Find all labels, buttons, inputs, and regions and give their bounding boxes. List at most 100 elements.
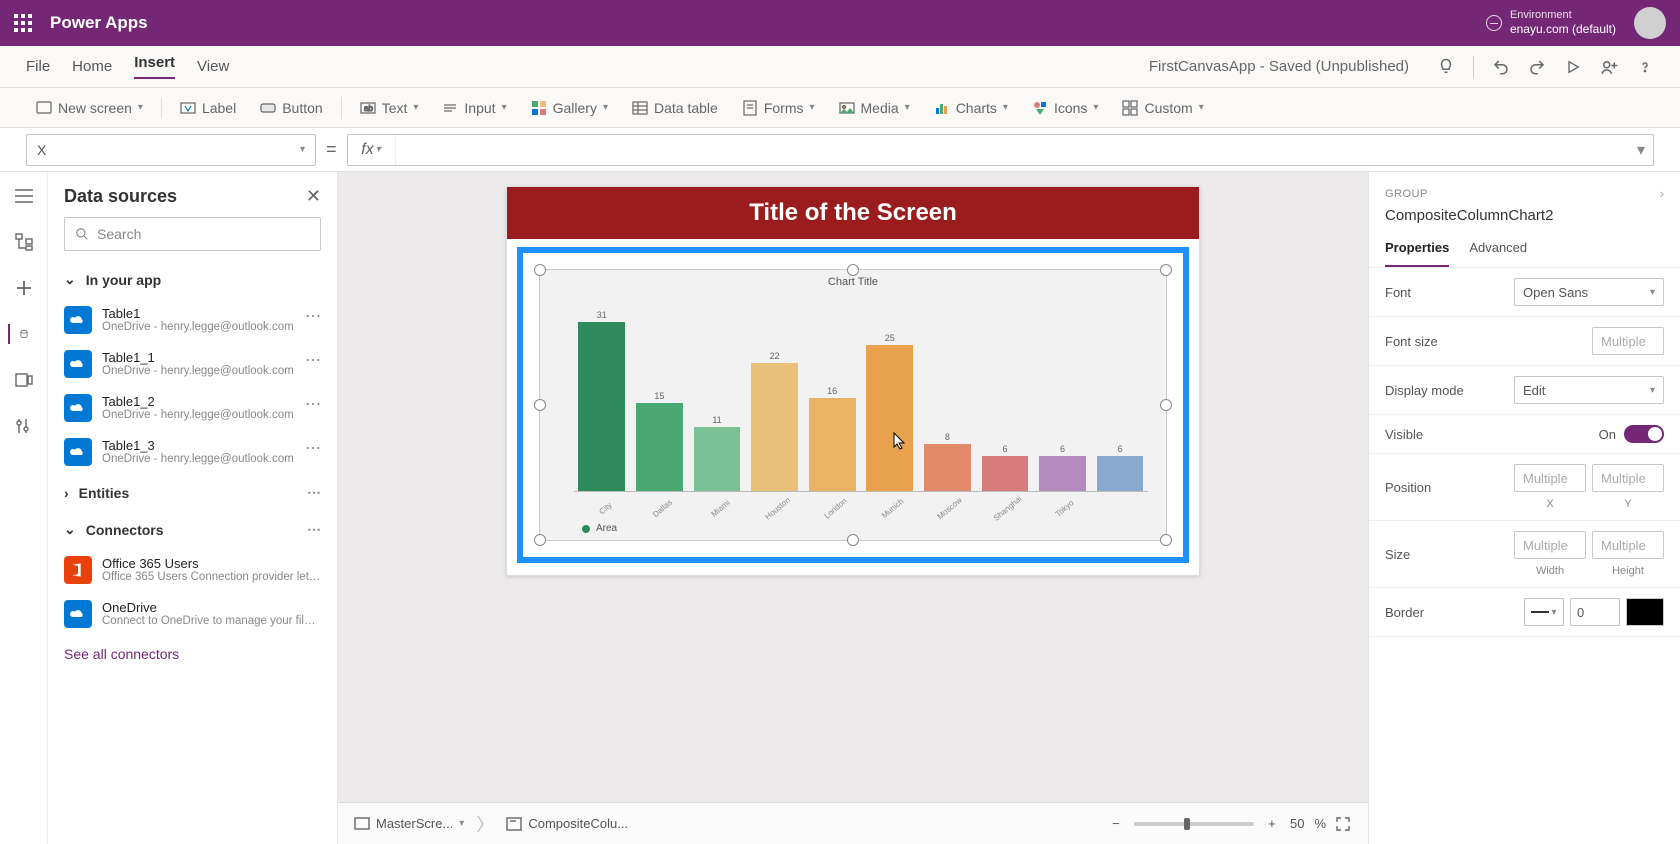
more-icon[interactable]: ⋯ — [305, 438, 321, 458]
rail-data-icon[interactable] — [8, 324, 28, 344]
ribbon-data-table[interactable]: Data table — [622, 96, 728, 120]
tab-properties[interactable]: Properties — [1385, 234, 1449, 267]
more-icon[interactable]: ⋯ — [305, 394, 321, 414]
section-in-your-app[interactable]: ⌄ In your app — [48, 261, 337, 298]
titlebar: Power Apps Environment enayu.com (defaul… — [0, 0, 1680, 46]
undo-icon[interactable] — [1492, 58, 1510, 76]
app-checker-icon[interactable] — [1437, 58, 1455, 76]
search-input[interactable]: Search — [64, 217, 321, 251]
prop-position-y[interactable]: Multiple — [1592, 464, 1664, 492]
canvas[interactable]: Title of the Screen Chart Title 31151122… — [338, 172, 1368, 844]
equals-sign: = — [326, 139, 337, 160]
legend-dot-icon — [582, 525, 590, 533]
chart-legend: Area — [582, 523, 617, 534]
play-icon[interactable] — [1564, 58, 1582, 76]
rail-hamburger-icon[interactable] — [14, 186, 34, 206]
section-entities[interactable]: › Entities ⋯ — [48, 474, 337, 511]
user-avatar[interactable] — [1634, 7, 1666, 39]
onedrive-icon — [64, 394, 92, 422]
border-style-input[interactable]: ▾ — [1524, 598, 1564, 626]
breadcrumb-screen[interactable]: MasterScre... ▾ — [354, 816, 464, 831]
prop-displaymode-input[interactable]: Edit▾ — [1514, 376, 1664, 404]
chart-selection[interactable]: Chart Title 3115112216258666 CityDallasM… — [517, 247, 1189, 563]
environment-selector[interactable]: Environment enayu.com (default) — [1486, 9, 1616, 37]
connector-item[interactable]: OneDriveConnect to OneDrive to manage yo… — [48, 592, 337, 636]
menu-view[interactable]: View — [197, 58, 229, 75]
properties-panel: GROUP › CompositeColumnChart2 Properties… — [1368, 172, 1680, 844]
ribbon-input[interactable]: Input▾ — [432, 96, 516, 120]
left-rail — [0, 172, 48, 844]
prop-size-label: Size — [1385, 547, 1410, 562]
ribbon-custom[interactable]: Custom▾ — [1112, 96, 1213, 120]
tab-advanced[interactable]: Advanced — [1469, 234, 1527, 267]
prop-font-label: Font — [1385, 285, 1411, 300]
fx-icon[interactable]: fx▾ — [348, 135, 396, 165]
visible-toggle[interactable] — [1624, 425, 1664, 443]
ribbon-charts[interactable]: Charts▾ — [924, 96, 1018, 120]
more-icon[interactable]: ⋯ — [307, 484, 321, 501]
datasource-item[interactable]: Table1OneDrive - henry.legge@outlook.com… — [48, 298, 337, 342]
environment-label: Environment — [1510, 9, 1616, 22]
zoom-out-button[interactable]: − — [1108, 816, 1124, 831]
ribbon-media[interactable]: Media▾ — [829, 96, 920, 120]
chevron-down-icon: ▾ — [459, 818, 464, 829]
datasource-item[interactable]: Table1_3OneDrive - henry.legge@outlook.c… — [48, 430, 337, 474]
section-connectors[interactable]: ⌄ Connectors ⋯ — [48, 511, 337, 548]
prop-font-input[interactable]: Open Sans▾ — [1514, 278, 1664, 306]
ribbon-icons[interactable]: Icons▾ — [1022, 96, 1109, 120]
border-color-input[interactable] — [1626, 598, 1664, 626]
zoom-control: − + 50 % — [1108, 816, 1352, 831]
fit-to-window-icon[interactable] — [1336, 817, 1352, 831]
close-icon[interactable]: ✕ — [306, 186, 321, 207]
app-launcher-icon[interactable] — [14, 14, 32, 32]
formula-expand-icon[interactable]: ▾ — [1629, 140, 1653, 160]
prop-fontsize-label: Font size — [1385, 334, 1438, 349]
menu-home[interactable]: Home — [72, 58, 112, 75]
prop-size-h[interactable]: Multiple — [1592, 531, 1664, 559]
property-selector[interactable]: X▾ — [26, 134, 316, 166]
border-width-input[interactable]: 0 — [1570, 598, 1620, 626]
svg-text:ab: ab — [364, 104, 373, 113]
rail-variables-icon[interactable] — [14, 416, 34, 436]
zoom-value: 50 — [1290, 816, 1304, 831]
datasource-item[interactable]: Table1_2OneDrive - henry.legge@outlook.c… — [48, 386, 337, 430]
prop-size-w[interactable]: Multiple — [1514, 531, 1586, 559]
screen-preview[interactable]: Title of the Screen Chart Title 31151122… — [506, 186, 1200, 576]
help-icon[interactable] — [1636, 58, 1654, 76]
more-icon[interactable]: ⋯ — [305, 306, 321, 326]
environment-name: enayu.com (default) — [1510, 22, 1616, 36]
zoom-in-button[interactable]: + — [1264, 816, 1280, 831]
ribbon-gallery[interactable]: Gallery▾ — [521, 96, 618, 120]
panel-title: Data sources — [64, 186, 177, 207]
chevron-right-icon[interactable]: › — [1660, 186, 1664, 201]
ribbon-forms[interactable]: Forms▾ — [732, 96, 825, 120]
ribbon-button[interactable]: Button — [250, 96, 332, 120]
onedrive-icon — [64, 600, 92, 628]
ribbon-new-screen[interactable]: New screen▾ — [26, 96, 153, 120]
breadcrumb-control[interactable]: CompositeColu... — [506, 816, 628, 831]
redo-icon[interactable] — [1528, 58, 1546, 76]
prop-visible-value: On — [1599, 427, 1616, 442]
screen-title: Title of the Screen — [507, 187, 1199, 239]
prop-fontsize-input[interactable]: Multiple — [1592, 327, 1664, 355]
ribbon-label[interactable]: Label — [170, 96, 246, 120]
zoom-percent: % — [1314, 816, 1326, 831]
menu-insert[interactable]: Insert — [134, 54, 175, 79]
rail-tree-icon[interactable] — [14, 232, 34, 252]
zoom-slider[interactable] — [1134, 822, 1254, 826]
more-icon[interactable]: ⋯ — [307, 521, 321, 538]
rail-add-icon[interactable] — [14, 278, 34, 298]
connector-item[interactable]: Office 365 UsersOffice 365 Users Connect… — [48, 548, 337, 592]
see-all-connectors-link[interactable]: See all connectors — [48, 636, 337, 672]
share-icon[interactable] — [1600, 58, 1618, 76]
rail-media-icon[interactable] — [14, 370, 34, 390]
ribbon-text[interactable]: ab Text▾ — [350, 96, 429, 120]
menu-file[interactable]: File — [26, 58, 50, 75]
formula-bar: X▾ = fx▾ ▾ — [0, 128, 1680, 172]
datasource-item[interactable]: Table1_1OneDrive - henry.legge@outlook.c… — [48, 342, 337, 386]
more-icon[interactable]: ⋯ — [305, 350, 321, 370]
chart[interactable]: Chart Title 3115112216258666 CityDallasM… — [539, 269, 1167, 541]
onedrive-icon — [64, 438, 92, 466]
chevron-down-icon: ⌄ — [64, 521, 76, 538]
prop-position-x[interactable]: Multiple — [1514, 464, 1586, 492]
